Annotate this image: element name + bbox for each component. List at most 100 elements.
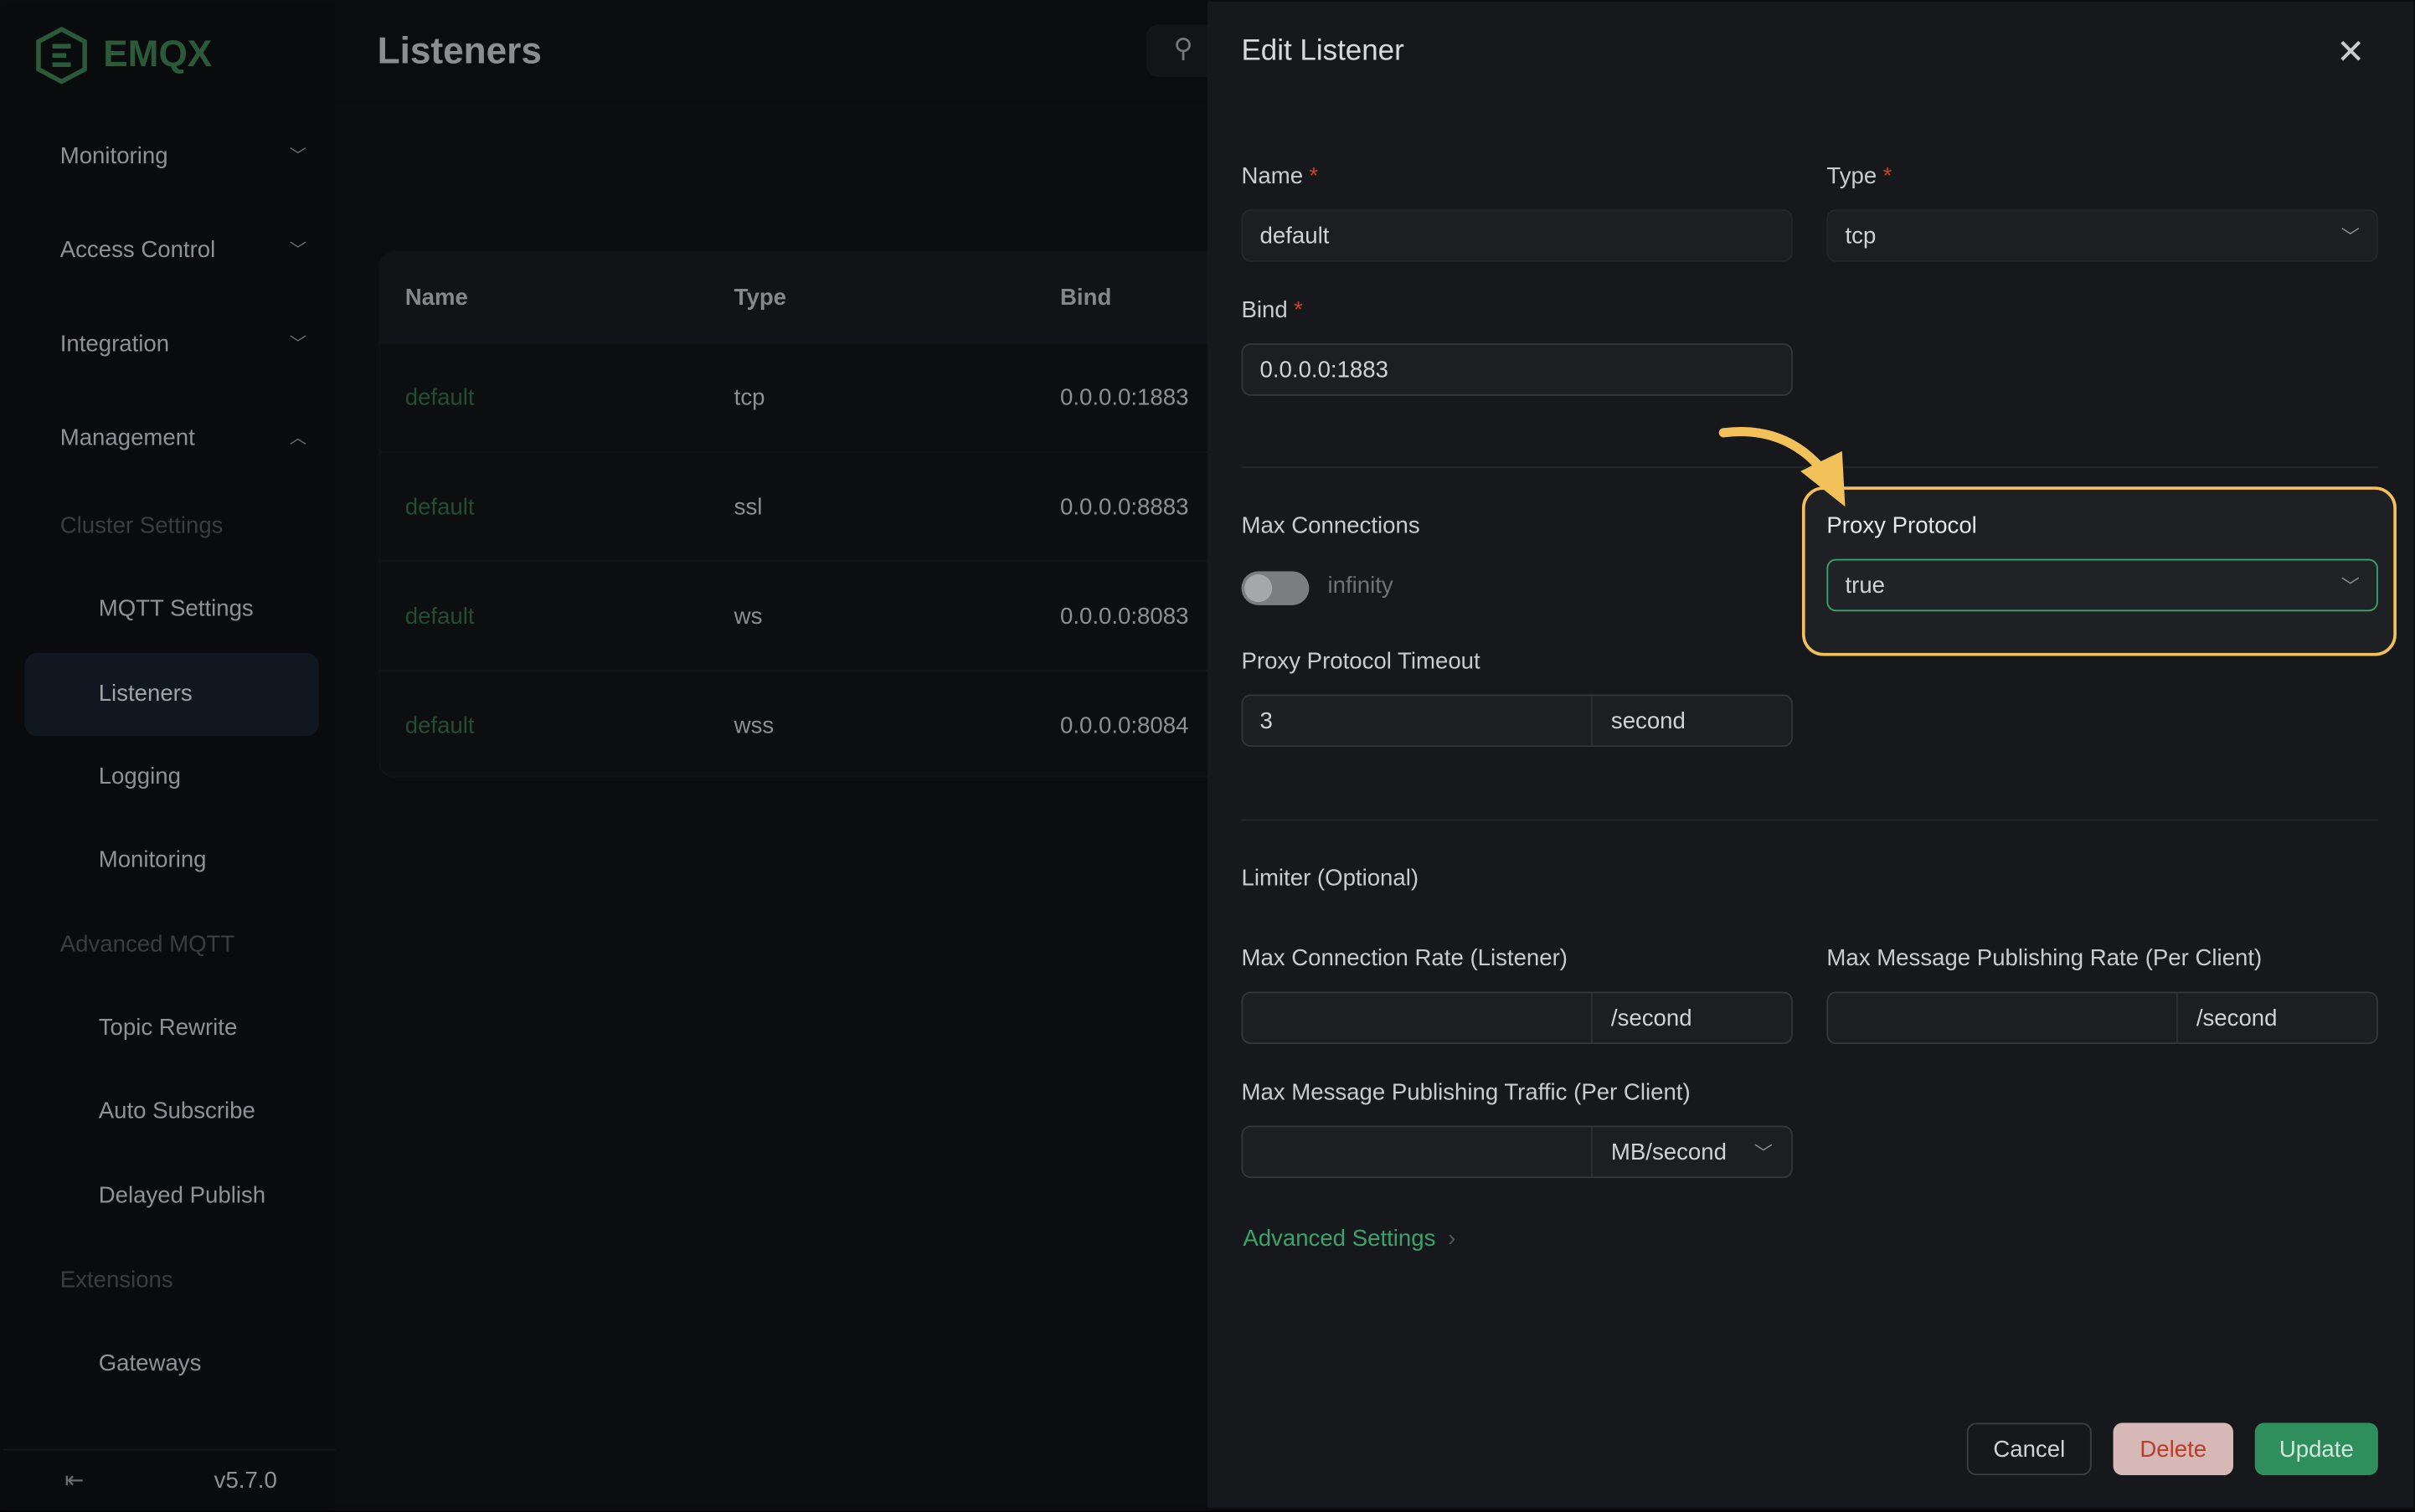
traffic-input[interactable]: MB/second ﹀: [1241, 1125, 1793, 1179]
label: Access Control: [59, 237, 216, 264]
sidebar-item-monitoring-sub[interactable]: Monitoring: [99, 847, 345, 873]
chevron-down-icon: ﹀: [289, 241, 307, 260]
unit-select[interactable]: MB/second ﹀: [1593, 1139, 1791, 1165]
value[interactable]: [1828, 993, 2178, 1043]
page-title: Listeners: [377, 30, 542, 73]
label: Name: [1241, 162, 1304, 190]
conn-rate-input[interactable]: /second: [1241, 991, 1793, 1045]
table-row: default tcp 0.0.0.0:1883: [380, 342, 1244, 451]
bind-label: Bind *: [1241, 297, 1302, 323]
column-header-type: Type: [734, 284, 787, 311]
limiter-title: Limiter (Optional): [1241, 865, 1419, 892]
max-connections-label: Max Connections: [1241, 512, 1420, 539]
listener-type: tcp: [734, 383, 765, 411]
required-mark: *: [1309, 162, 1319, 190]
toggle-knob: [1244, 574, 1273, 603]
chevron-down-icon: ﹀: [1753, 1141, 1774, 1164]
advanced-settings-link[interactable]: Advanced Settings ›: [1243, 1226, 1455, 1252]
value: true: [1845, 572, 1886, 599]
sidebar-item-access-control[interactable]: Access Control ﹀: [60, 237, 306, 263]
label: Type: [1826, 162, 1877, 190]
label: Integration: [59, 331, 170, 357]
logo-text: EMQX: [103, 33, 213, 76]
value: default: [1259, 222, 1330, 249]
sidebar-item-monitoring[interactable]: Monitoring ﹀: [60, 143, 306, 169]
label: Management: [59, 424, 195, 451]
listeners-table: Name Type Bind default tcp 0.0.0.0:1883 de…: [378, 250, 1245, 778]
type-label: Type *: [1826, 163, 1892, 189]
delete-button[interactable]: Delete: [2113, 1422, 2233, 1476]
proxy-timeout-label: Proxy Protocol Timeout: [1241, 648, 1480, 675]
value: 0.0.0.0:1883: [1259, 356, 1388, 383]
listener-type: ws: [734, 603, 763, 630]
column-header-name: Name: [404, 284, 468, 311]
listener-name-link[interactable]: default: [380, 384, 734, 410]
sidebar: EMQX Monitoring ﹀ Access Control ﹀ Integra…: [1, 1, 336, 1508]
msg-rate-input[interactable]: /second: [1826, 991, 2378, 1045]
sidebar-group-cluster-settings: Cluster Settings: [59, 512, 224, 539]
infinity-label: infinity: [1327, 573, 1393, 599]
version-label: v5.7.0: [214, 1467, 277, 1494]
sidebar-item-listeners[interactable]: Listeners: [99, 681, 345, 707]
sidebar-group-advanced-mqtt: Advanced MQTT: [59, 931, 235, 959]
chevron-down-icon: ﹀: [2340, 574, 2360, 597]
table-header: Name Type Bind: [380, 252, 1244, 342]
sidebar-item-auto-subscribe[interactable]: Auto Subscribe: [99, 1098, 345, 1124]
chevron-down-icon: ﹀: [289, 147, 307, 167]
annotation-arrow-icon: [1718, 427, 1846, 507]
chevron-down-icon: ﹀: [2340, 225, 2360, 248]
chevron-down-icon: ﹀: [289, 335, 307, 355]
required-mark: *: [1882, 162, 1892, 190]
cancel-button[interactable]: Cancel: [1966, 1422, 2092, 1476]
value[interactable]: [1243, 1127, 1593, 1177]
sidebar-item-management[interactable]: Management ︿: [60, 425, 306, 451]
unit: MB/second: [1610, 1139, 1727, 1165]
traffic-label: Max Message Publishing Traffic (Per Clie…: [1241, 1079, 1691, 1106]
logo[interactable]: EMQX: [35, 26, 212, 85]
proxy-protocol-label: Proxy Protocol: [1826, 512, 1977, 539]
msg-rate-label: Max Message Publishing Rate (Per Client): [1826, 945, 2263, 972]
type-select[interactable]: tcp ﹀: [1826, 209, 2378, 262]
edit-listener-drawer: Edit Listener ✕ Name * default Type * tcp ﹀…: [1208, 1, 2414, 1508]
value[interactable]: 3: [1243, 696, 1593, 746]
table-row: default wss 0.0.0.0:8084: [380, 670, 1244, 776]
chevron-up-icon: ︿: [289, 429, 307, 449]
search-icon: ⚲: [1173, 33, 1193, 64]
listener-type: wss: [734, 712, 775, 738]
emqx-logo-icon: [36, 26, 87, 85]
update-button[interactable]: Update: [2254, 1422, 2378, 1476]
name-label: Name *: [1241, 163, 1318, 189]
sidebar-group-extensions: Extensions: [59, 1267, 173, 1294]
chevron-right-icon: ›: [1448, 1226, 1456, 1252]
proxy-timeout-input[interactable]: 3 second: [1241, 694, 1793, 748]
listener-name-link[interactable]: default: [380, 712, 734, 738]
sidebar-footer: ⇤ v5.7.0: [3, 1448, 336, 1512]
close-icon[interactable]: ✕: [2336, 33, 2365, 73]
table-row: default ssl 0.0.0.0:8883: [380, 450, 1244, 561]
max-connections-toggle[interactable]: [1241, 571, 1310, 605]
listener-name-link[interactable]: default: [380, 493, 734, 519]
value: tcp: [1845, 222, 1877, 249]
required-mark: *: [1294, 296, 1303, 324]
unit: second: [1610, 707, 1686, 734]
sidebar-item-logging[interactable]: Logging: [99, 764, 345, 789]
value[interactable]: [1243, 993, 1593, 1043]
label: Advanced Settings: [1243, 1226, 1436, 1252]
unit: /second: [2196, 1005, 2278, 1031]
table-row: default ws 0.0.0.0:8083: [380, 560, 1244, 671]
sidebar-item-topic-rewrite[interactable]: Topic Rewrite: [99, 1015, 345, 1041]
unit: /second: [1610, 1005, 1692, 1031]
divider: [1241, 819, 2378, 821]
bind-input[interactable]: 0.0.0.0:1883: [1241, 343, 1793, 396]
sidebar-item-delayed-publish[interactable]: Delayed Publish: [99, 1183, 345, 1209]
listener-name-link[interactable]: default: [380, 603, 734, 629]
sidebar-item-integration[interactable]: Integration ﹀: [60, 331, 306, 357]
name-input[interactable]: default: [1241, 209, 1793, 262]
conn-rate-label: Max Connection Rate (Listener): [1241, 945, 1568, 972]
collapse-sidebar-icon[interactable]: ⇤: [64, 1466, 84, 1494]
proxy-protocol-select[interactable]: true ﹀: [1826, 558, 2378, 612]
sidebar-item-mqtt-settings[interactable]: MQTT Settings: [99, 596, 345, 622]
listener-type: ssl: [734, 493, 763, 520]
sidebar-item-gateways[interactable]: Gateways: [99, 1350, 345, 1376]
label: Bind: [1241, 296, 1288, 324]
